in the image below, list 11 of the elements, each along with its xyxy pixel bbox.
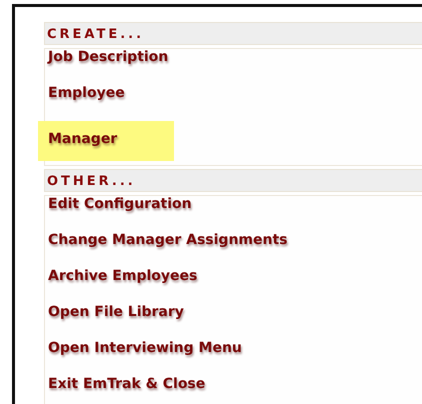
menu-link[interactable]: Employee [38, 85, 174, 121]
section-heading: CREATE... [44, 22, 422, 45]
menu-link[interactable]: Open File Library [38, 304, 194, 340]
menu-link[interactable]: Archive Employees [38, 268, 208, 304]
menu-link[interactable]: Change Manager Assignments [38, 232, 298, 268]
menu-link[interactable]: Open Interviewing Menu [38, 340, 252, 376]
menu-link[interactable]: Job Description [38, 49, 178, 85]
menu-link[interactable]: Edit Configuration [38, 196, 202, 232]
menu-link[interactable]: Manager [38, 121, 174, 161]
section-heading: OTHER... [44, 169, 422, 192]
menu-link[interactable]: Exit EmTrak & Close [38, 376, 216, 404]
